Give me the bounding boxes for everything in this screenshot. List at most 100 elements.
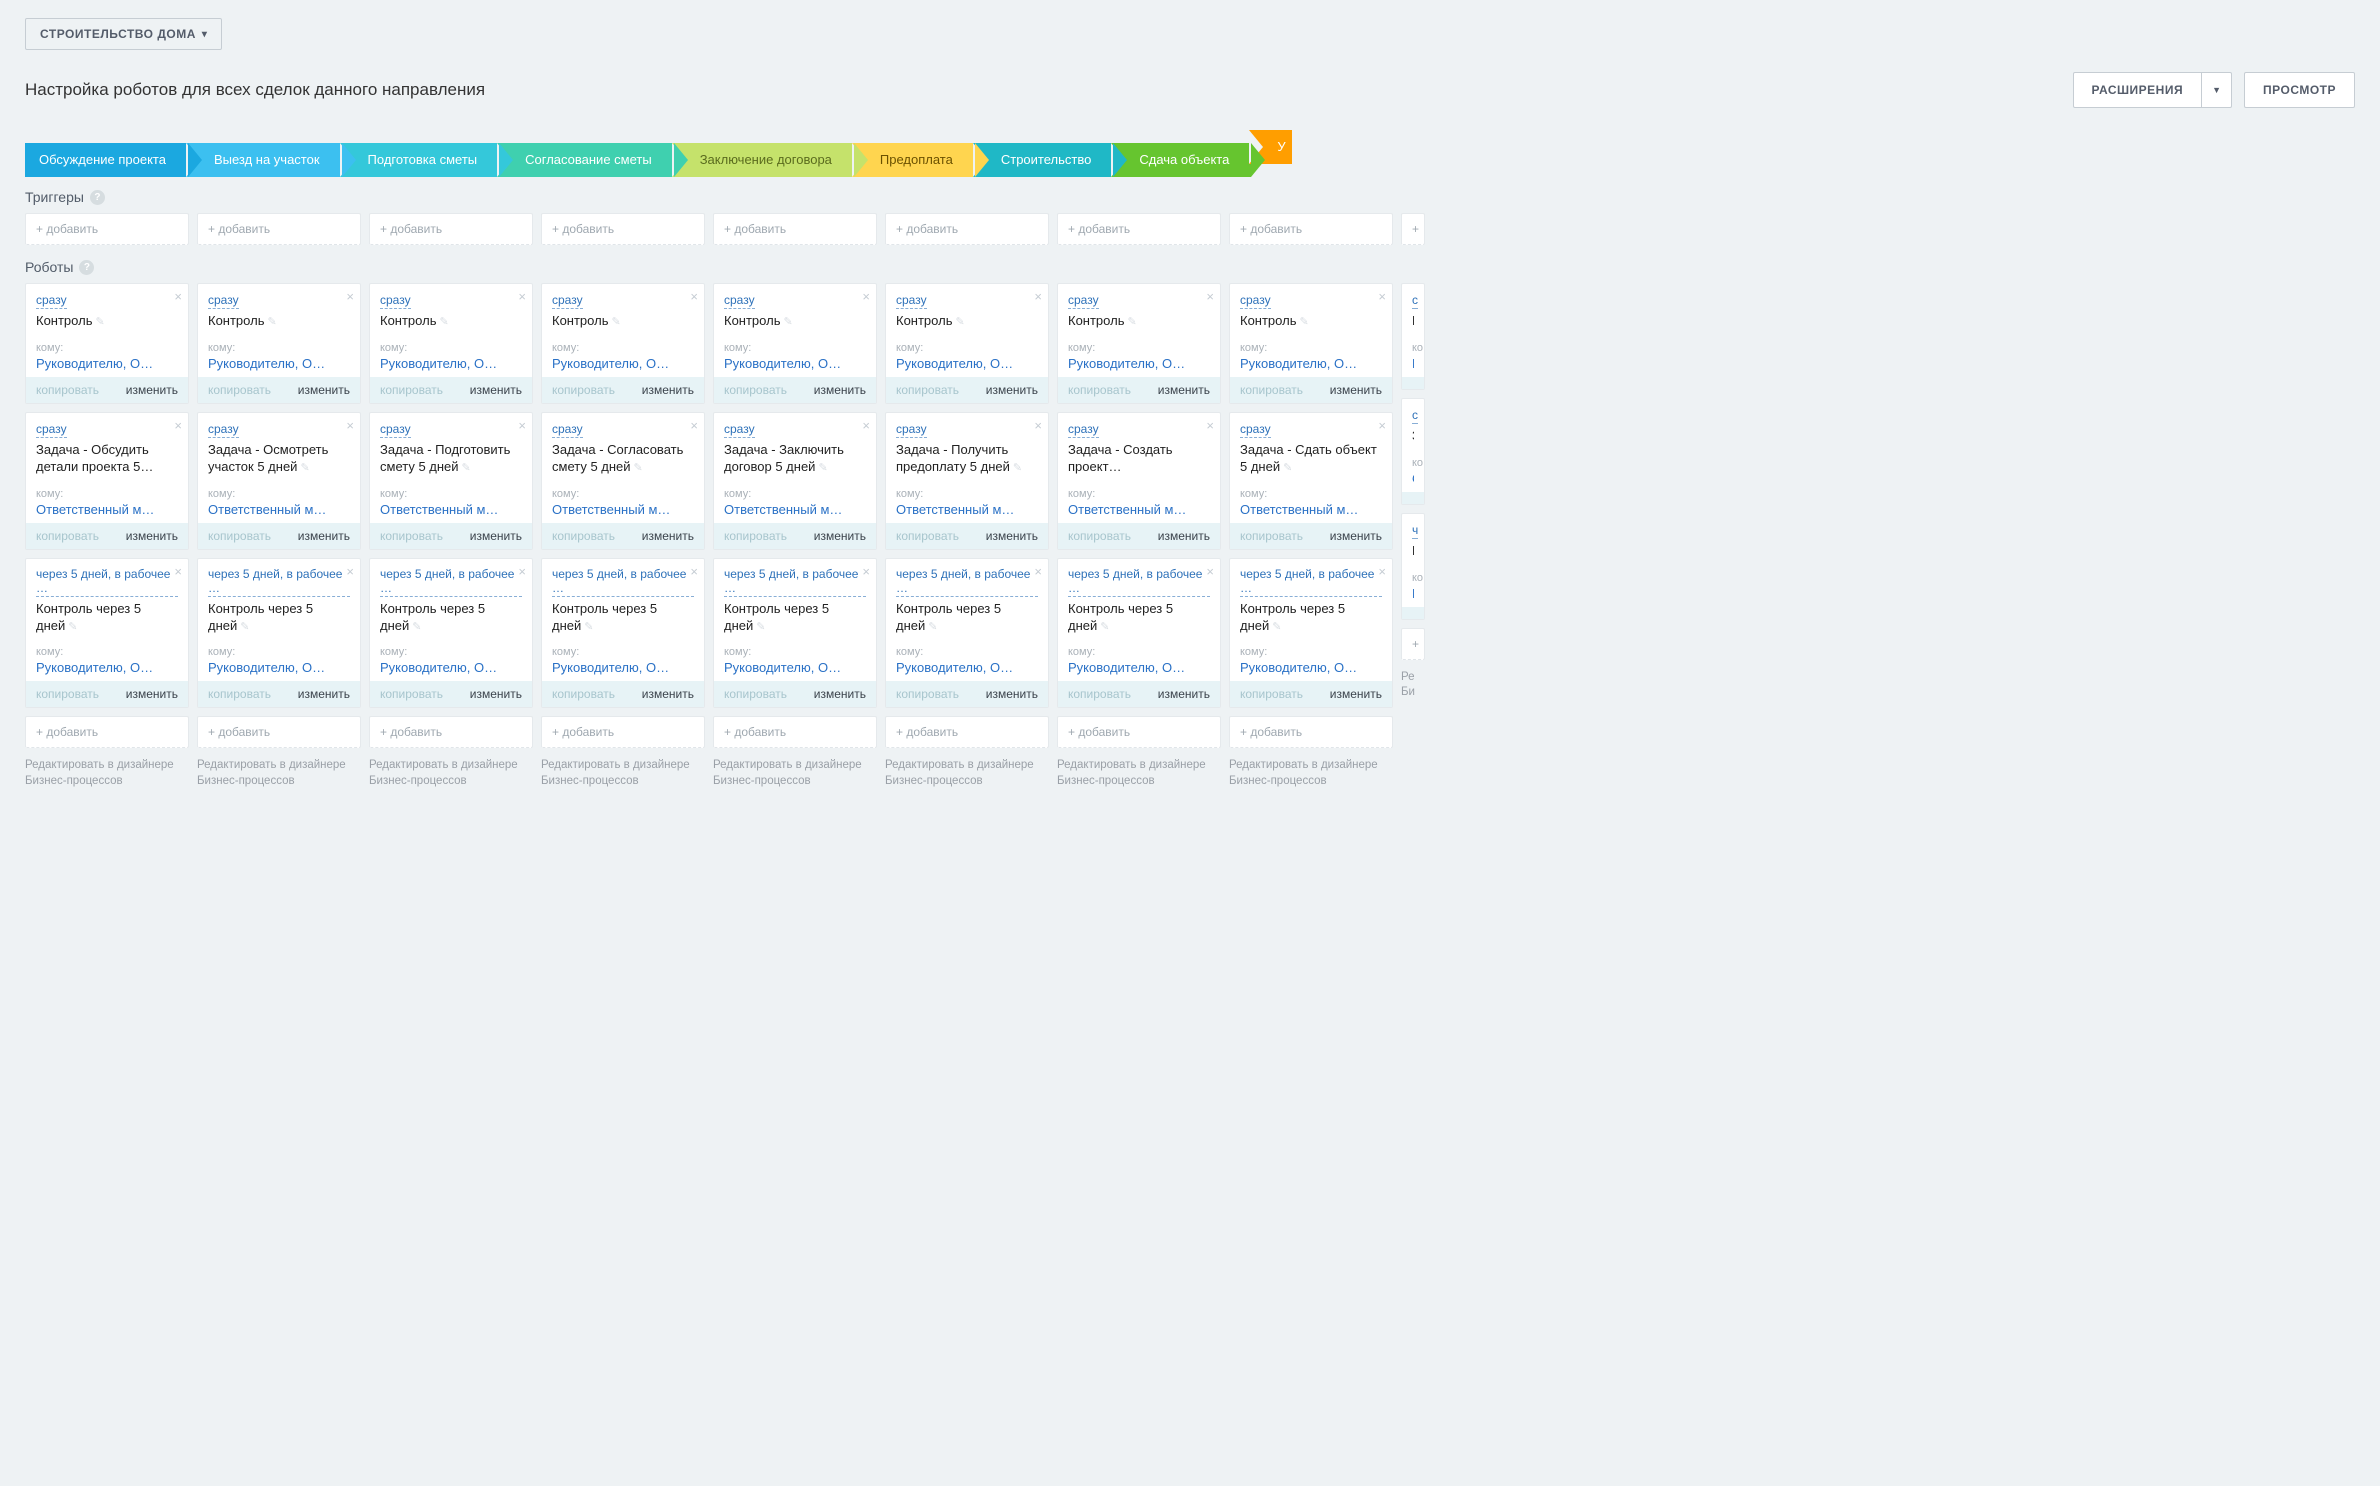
copy-button[interactable]: копировать (1068, 687, 1131, 701)
copy-button[interactable]: копировать (552, 687, 615, 701)
funnel-selector[interactable]: СТРОИТЕЛЬСТВО ДОМА ▾ (25, 18, 222, 50)
bp-designer-link[interactable]: Редактировать в дизайнере Бизнес-процесс… (197, 758, 361, 789)
close-icon[interactable]: × (518, 290, 526, 303)
close-icon[interactable]: × (174, 290, 182, 303)
edit-button[interactable]: изменить (642, 529, 694, 543)
robot-timing[interactable]: сразу (896, 293, 927, 309)
copy-button[interactable]: копировать (36, 383, 99, 397)
edit-button[interactable]: изменить (1330, 687, 1382, 701)
add-robot-button[interactable]: + добавить (369, 716, 533, 748)
robot-timing[interactable]: сразу (36, 293, 67, 309)
close-icon[interactable]: × (1034, 419, 1042, 432)
bp-designer-link[interactable]: Редактировать в дизайнере Бизнес-процесс… (713, 758, 877, 789)
help-icon[interactable]: ? (90, 190, 105, 205)
whom-link[interactable]: Ру (1412, 586, 1414, 601)
pencil-icon[interactable]: ✎ (756, 621, 765, 633)
edit-button[interactable]: изменить (1158, 383, 1210, 397)
copy-button[interactable]: копировать (1240, 687, 1303, 701)
stage-pill[interactable]: Обсуждение проекта (25, 143, 188, 177)
close-icon[interactable]: × (1378, 419, 1386, 432)
bp-designer-link[interactable]: Редактировать в дизайнере Бизнес-процесс… (1229, 758, 1393, 789)
close-icon[interactable]: × (1206, 290, 1214, 303)
help-icon[interactable]: ? (79, 260, 94, 275)
edit-button[interactable]: изменить (298, 529, 350, 543)
edit-button[interactable]: изменить (298, 383, 350, 397)
robot-timing[interactable]: через 5 дней, в рабочее … (36, 567, 178, 597)
edit-button[interactable]: изменить (298, 687, 350, 701)
copy-button[interactable]: копировать (380, 687, 443, 701)
whom-link[interactable]: Руководителю, О… (896, 356, 1038, 371)
copy-button[interactable]: копировать (724, 687, 787, 701)
pencil-icon[interactable]: ✎ (1299, 316, 1308, 328)
edit-button[interactable]: изменить (642, 687, 694, 701)
robot-timing[interactable]: через 5 дней, в рабочее … (1068, 567, 1210, 597)
edit-button[interactable]: изменить (814, 529, 866, 543)
add-trigger-button[interactable]: + добавить (369, 213, 533, 245)
whom-link[interactable]: Руководителю, О… (552, 660, 694, 675)
robot-timing[interactable]: сразу (208, 422, 239, 438)
add-trigger-button[interactable]: + добавить (197, 213, 361, 245)
edit-button[interactable]: изменить (470, 687, 522, 701)
pencil-icon[interactable]: ✎ (584, 621, 593, 633)
pencil-icon[interactable]: ✎ (928, 621, 937, 633)
whom-link[interactable]: Руководителю, О… (1068, 356, 1210, 371)
whom-link[interactable]: Ответственный м… (724, 502, 866, 517)
robot-timing[interactable]: сразу (1068, 293, 1099, 309)
pencil-icon[interactable]: ✎ (462, 462, 471, 474)
pencil-icon[interactable]: ✎ (300, 462, 309, 474)
stage-pill[interactable]: Заключение договора (672, 143, 854, 177)
whom-link[interactable]: Ответственный м… (896, 502, 1038, 517)
whom-link[interactable]: Руководителю, О… (1068, 660, 1210, 675)
robot-timing[interactable]: через 5 дней, в рабочее … (724, 567, 866, 597)
whom-link[interactable]: Ответственный м… (1240, 502, 1382, 517)
extensions-dropdown[interactable]: ▼ (2202, 72, 2232, 108)
copy-button[interactable]: копировать (1068, 529, 1131, 543)
whom-link[interactable]: Ру (1412, 356, 1414, 371)
whom-link[interactable]: Руководителю, О… (1240, 660, 1382, 675)
close-icon[interactable]: × (346, 565, 354, 578)
pencil-icon[interactable]: ✎ (1127, 316, 1136, 328)
edit-button[interactable]: изменить (1330, 383, 1382, 397)
pencil-icon[interactable]: ✎ (68, 621, 77, 633)
robot-timing[interactable]: сразу (552, 293, 583, 309)
add-robot-button[interactable]: + добавить (885, 716, 1049, 748)
robot-timing[interactable]: с (1412, 293, 1418, 309)
edit-button[interactable]: изменить (986, 687, 1038, 701)
robot-timing[interactable]: через 5 дней, в рабочее … (552, 567, 694, 597)
copy-button[interactable]: копировать (208, 383, 271, 397)
robot-timing[interactable]: через 5 дней, в рабочее … (380, 567, 522, 597)
bp-designer-link[interactable]: Редактировать в дизайнере Бизнес-процесс… (369, 758, 533, 789)
whom-link[interactable]: Руководителю, О… (724, 660, 866, 675)
copy-button[interactable]: копировать (896, 687, 959, 701)
edit-button[interactable]: изменить (470, 383, 522, 397)
robot-timing[interactable]: с (1412, 408, 1418, 424)
whom-link[interactable]: Руководителю, О… (896, 660, 1038, 675)
copy-button[interactable]: копировать (896, 529, 959, 543)
edit-button[interactable]: изменить (470, 529, 522, 543)
pencil-icon[interactable]: ✎ (1272, 621, 1281, 633)
add-trigger-button[interactable]: + добавить (885, 213, 1049, 245)
robot-timing[interactable]: сразу (36, 422, 67, 438)
robot-timing[interactable]: ч (1412, 523, 1418, 539)
add-robot-button[interactable]: + добавить (713, 716, 877, 748)
stage-pill[interactable]: Сдача объекта (1111, 143, 1251, 177)
close-icon[interactable]: × (1378, 290, 1386, 303)
close-icon[interactable]: × (1378, 565, 1386, 578)
edit-button[interactable]: изменить (814, 687, 866, 701)
close-icon[interactable]: × (690, 565, 698, 578)
whom-link[interactable]: Руководителю, О… (36, 660, 178, 675)
close-icon[interactable]: × (1034, 565, 1042, 578)
whom-link[interactable]: Ответственный м… (1068, 502, 1210, 517)
copy-button[interactable]: копировать (1240, 383, 1303, 397)
close-icon[interactable]: × (346, 290, 354, 303)
extensions-button[interactable]: РАСШИРЕНИЯ (2073, 72, 2203, 108)
robot-timing[interactable]: сразу (380, 293, 411, 309)
close-icon[interactable]: × (518, 565, 526, 578)
robot-timing[interactable]: сразу (1068, 422, 1099, 438)
add-robot-button[interactable]: + (1401, 628, 1425, 660)
pencil-icon[interactable]: ✎ (412, 621, 421, 633)
preview-button[interactable]: ПРОСМОТР (2244, 72, 2355, 108)
stage-pill[interactable]: Согласование сметы (497, 143, 674, 177)
add-trigger-button[interactable]: + добавить (541, 213, 705, 245)
robot-timing[interactable]: сразу (1240, 422, 1271, 438)
